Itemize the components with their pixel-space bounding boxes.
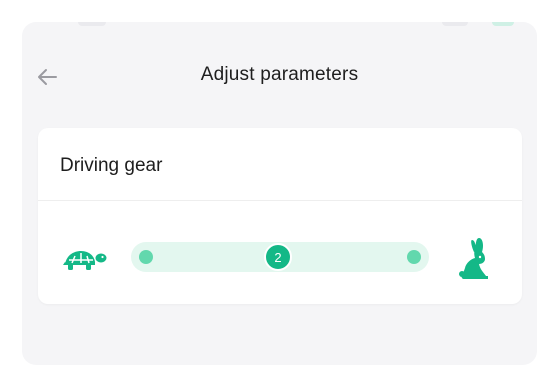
status-indicator (442, 22, 468, 26)
rabbit-icon (459, 238, 488, 279)
status-bar (22, 22, 537, 30)
gear-slider-track[interactable]: 2 (131, 242, 429, 272)
card-title: Driving gear (60, 155, 163, 176)
page-title: Adjust parameters (200, 64, 359, 85)
turtle-icon (63, 251, 107, 270)
battery-indicator (492, 22, 514, 26)
slider-knob[interactable]: 2 (264, 243, 292, 271)
driving-gear-card: Driving gear 2 (38, 128, 522, 304)
slider-stop-min[interactable] (139, 250, 153, 264)
slider-stop-max[interactable] (407, 250, 421, 264)
divider (38, 200, 522, 201)
status-indicator (78, 22, 106, 26)
header: Adjust parameters (22, 52, 537, 102)
app-screen: Adjust parameters Driving gear 2 (22, 22, 537, 365)
